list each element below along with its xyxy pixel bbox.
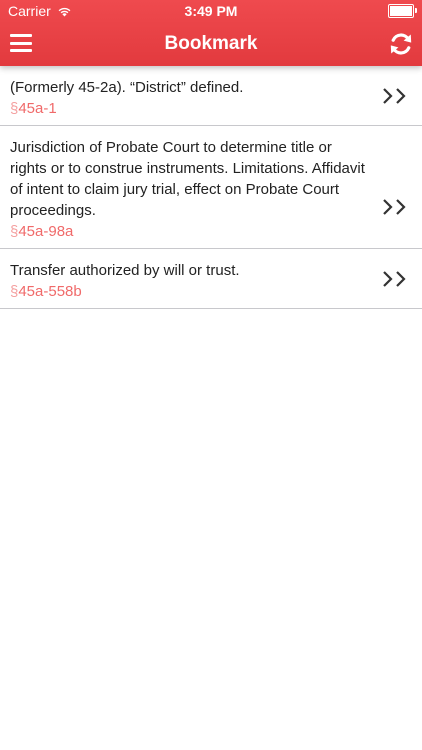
carrier-label: Carrier — [8, 3, 51, 19]
status-left: Carrier — [8, 3, 72, 19]
wifi-icon — [58, 7, 71, 16]
hamburger-icon-bar-middle — [10, 41, 32, 45]
bookmark-list: (Formerly 45-2a). “District” defined. §4… — [0, 66, 422, 309]
section-number: 45a-98a — [18, 223, 74, 240]
hamburger-icon-bar-top — [10, 34, 32, 37]
bookmark-title: Jurisdiction of Probate Court to determi… — [10, 139, 365, 219]
double-chevron-right-icon — [383, 270, 406, 287]
bookmark-title: Transfer authorized by will or trust. — [10, 262, 240, 279]
hamburger-icon-bar-bottom — [10, 49, 32, 52]
section-number: 45a-558b — [18, 283, 82, 300]
double-chevron-right-icon — [383, 199, 406, 215]
bookmark-title: (Formerly 45-2a). “District” defined. — [10, 79, 244, 96]
bookmark-section: §45a-98a — [10, 222, 372, 242]
bookmark-section: §45a-1 — [10, 99, 372, 119]
section-number: 45a-1 — [18, 100, 57, 117]
status-bar: Carrier 3:49 PM — [0, 0, 422, 22]
page-title: Bookmark — [164, 33, 258, 54]
app-header: Carrier 3:49 PM Bookmark — [0, 0, 422, 66]
bookmark-section: §45a-558b — [10, 282, 372, 302]
bookmark-item-0[interactable]: (Formerly 45-2a). “District” defined. §4… — [0, 66, 422, 126]
refresh-icon[interactable] — [388, 30, 414, 58]
bookmark-item-2[interactable]: Transfer authorized by will or trust. §4… — [0, 249, 422, 309]
menu-button[interactable] — [10, 32, 32, 54]
battery-fill — [390, 6, 412, 16]
status-right — [388, 4, 417, 18]
bookmark-item-1[interactable]: Jurisdiction of Probate Court to determi… — [0, 126, 422, 249]
nav-bar: Bookmark — [0, 22, 422, 66]
battery-icon — [388, 4, 417, 18]
double-chevron-right-icon — [383, 87, 406, 104]
